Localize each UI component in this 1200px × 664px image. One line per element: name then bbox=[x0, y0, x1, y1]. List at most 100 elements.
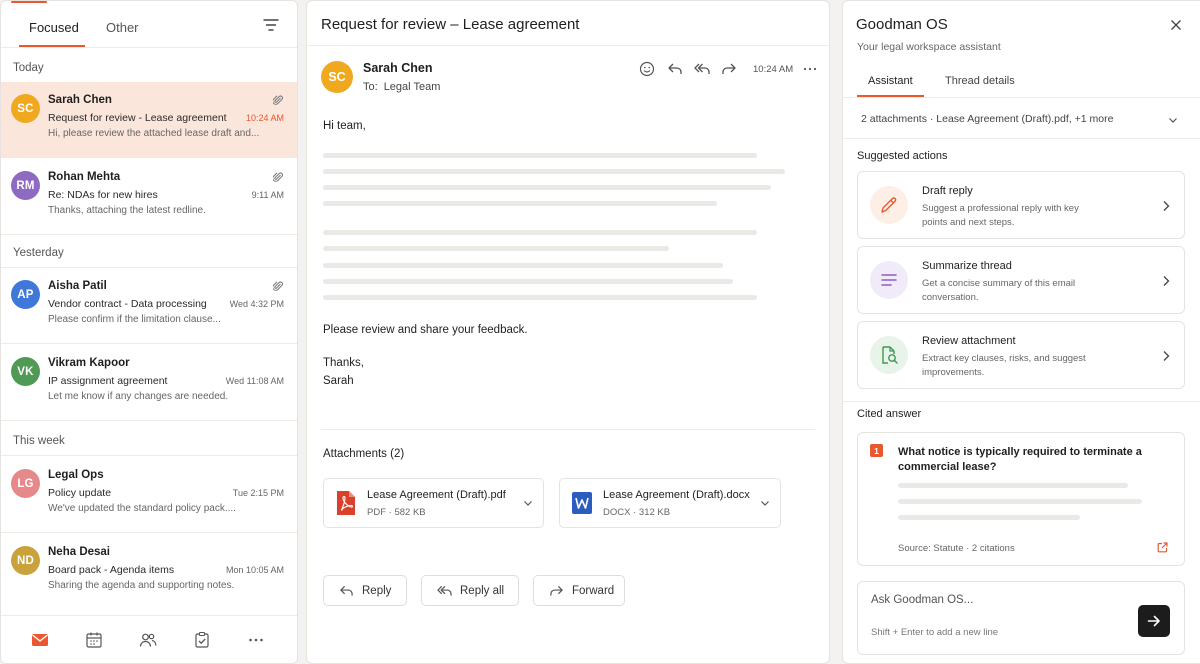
chevron-right-icon bbox=[1163, 276, 1170, 286]
citation-source: Source: Statute · 2 citations bbox=[898, 543, 1015, 554]
attachment-card[interactable]: Lease Agreement (Draft).pdf PDF · 582 KB bbox=[323, 478, 544, 528]
message-time: 10:24 AM bbox=[753, 64, 794, 75]
review-icon-wrap bbox=[870, 336, 908, 374]
attachment-meta: PDF · 582 KB bbox=[367, 507, 426, 518]
divider bbox=[843, 138, 1200, 139]
inbox-tabs: Focused Other bbox=[1, 1, 297, 48]
group-today: Today bbox=[13, 62, 44, 74]
action-title: Draft reply bbox=[922, 185, 973, 197]
forward-icon[interactable] bbox=[721, 61, 737, 77]
emoji-icon[interactable] bbox=[639, 61, 655, 77]
text-placeholder-line bbox=[323, 169, 785, 174]
more-options-icon[interactable] bbox=[802, 61, 818, 77]
mail-subject: IP assignment agreement bbox=[48, 375, 168, 387]
recipient-line: To: Legal Team bbox=[363, 81, 446, 93]
mail-subject: Vendor contract - Data processing bbox=[48, 298, 207, 310]
text-placeholder-line bbox=[898, 515, 1080, 520]
chevron-right-icon bbox=[1163, 351, 1170, 361]
attachment-type: PDF bbox=[367, 507, 386, 518]
mail-sender: Rohan Mehta bbox=[48, 171, 121, 183]
mail-icon[interactable] bbox=[31, 631, 49, 649]
reply-label: Reply bbox=[362, 585, 392, 597]
cited-question: What notice is typically required to ter… bbox=[898, 446, 1142, 473]
chevron-down-icon[interactable] bbox=[760, 498, 770, 508]
forward-icon bbox=[550, 585, 563, 596]
attachment-type: DOCX bbox=[603, 507, 631, 518]
action-description: Suggest a professional reply with key po… bbox=[922, 203, 1079, 228]
cited-answer-card: 1 What notice is typically required to t… bbox=[857, 432, 1185, 566]
citation-number: 1 bbox=[870, 444, 883, 457]
reply-all-label: Reply all bbox=[460, 585, 505, 597]
mail-time: Wed 4:32 PM bbox=[229, 299, 284, 309]
text-placeholder-line bbox=[323, 295, 757, 300]
group-yesterday: Yesterday bbox=[13, 247, 64, 259]
action-description: Extract key clauses, risks, and suggest … bbox=[922, 353, 1086, 378]
pdf-icon bbox=[337, 491, 355, 515]
mail-item[interactable]: SC Sarah Chen Request for review - Lease… bbox=[1, 82, 297, 158]
ask-input[interactable] bbox=[871, 594, 1111, 606]
mail-preview: Thanks, attaching the latest redline. bbox=[48, 205, 206, 216]
mail-time: 10:24 AM bbox=[245, 113, 284, 123]
mail-preview: Let me know if any changes are needed. bbox=[48, 391, 229, 402]
chevron-right-icon bbox=[1163, 201, 1170, 211]
text-placeholder-line bbox=[323, 153, 757, 158]
forward-button[interactable]: Forward bbox=[533, 575, 625, 606]
mail-time: Mon 10:05 AM bbox=[225, 565, 284, 575]
tasks-icon[interactable] bbox=[193, 631, 211, 649]
suggested-actions-title: Suggested actions bbox=[857, 150, 948, 162]
external-link-icon[interactable] bbox=[1157, 542, 1168, 553]
more-icon[interactable] bbox=[247, 631, 265, 649]
mail-item[interactable]: LG Legal Ops Policy update We've updated… bbox=[1, 457, 297, 533]
email-greeting: Hi team, bbox=[323, 120, 366, 132]
close-icon[interactable] bbox=[1170, 19, 1182, 31]
mail-sender: Sarah Chen bbox=[48, 94, 112, 106]
email-reader: Request for review – Lease agreement SC … bbox=[306, 0, 830, 664]
mail-item[interactable]: ND Neha Desai Board pack - Agenda items … bbox=[1, 534, 297, 610]
mail-sender: Neha Desai bbox=[48, 546, 111, 558]
paperclip-icon bbox=[273, 281, 283, 291]
email-signoff: Thanks, bbox=[323, 357, 364, 369]
review-attachment-action[interactable]: Review attachment Extract key clauses, r… bbox=[857, 321, 1185, 389]
attachment-card[interactable]: Lease Agreement (Draft).docx DOCX · 312 … bbox=[559, 478, 781, 528]
reply-all-button[interactable]: Reply all bbox=[421, 575, 519, 606]
tab-focused[interactable]: Focused bbox=[29, 20, 79, 35]
paperclip-icon bbox=[273, 95, 283, 105]
text-placeholder-line bbox=[323, 246, 669, 251]
mail-item[interactable]: RM Rohan Mehta Re: NDAs for new hires Th… bbox=[1, 159, 297, 235]
reply-all-icon[interactable] bbox=[694, 61, 710, 77]
divider bbox=[843, 97, 1200, 98]
send-button[interactable] bbox=[1138, 605, 1170, 637]
mail-time: Wed 11:08 AM bbox=[225, 376, 284, 386]
tab-thread-details[interactable]: Thread details bbox=[945, 75, 1015, 87]
mail-preview: Please confirm if the limitation clause.… bbox=[48, 314, 221, 325]
reply-icon[interactable] bbox=[667, 61, 683, 77]
draft-reply-action[interactable]: Draft reply Suggest a professional reply… bbox=[857, 171, 1185, 239]
assistant-title: Goodman OS bbox=[856, 16, 948, 33]
text-placeholder-line bbox=[323, 279, 733, 284]
attachment-name: Lease Agreement (Draft).pdf bbox=[367, 489, 506, 501]
mail-subject: Request for review - Lease agreement bbox=[48, 112, 227, 124]
mail-subject: Board pack - Agenda items bbox=[48, 564, 175, 576]
chevron-down-icon[interactable] bbox=[1168, 115, 1178, 125]
tab-other[interactable]: Other bbox=[106, 20, 139, 35]
attachments-summary[interactable]: 2 attachments · Lease Agreement (Draft).… bbox=[861, 113, 1113, 125]
mail-preview: Sharing the agenda and supporting notes. bbox=[48, 580, 235, 591]
mail-item[interactable]: AP Aisha Patil Vendor contract - Data pr… bbox=[1, 268, 297, 344]
calendar-icon[interactable] bbox=[85, 631, 103, 649]
mail-sender: Legal Ops bbox=[48, 469, 104, 481]
summarize-thread-action[interactable]: Summarize thread Get a concise summary o… bbox=[857, 246, 1185, 314]
filter-icon[interactable] bbox=[263, 18, 279, 32]
reply-button[interactable]: Reply bbox=[323, 575, 407, 606]
mail-preview: Hi, please review the attached lease dra… bbox=[48, 128, 260, 139]
assistant-subtitle: Your legal workspace assistant bbox=[857, 41, 1001, 53]
sender-name: Sarah Chen bbox=[363, 61, 433, 75]
mail-item[interactable]: VK Vikram Kapoor IP assignment agreement… bbox=[1, 345, 297, 421]
forward-label: Forward bbox=[572, 585, 615, 597]
tab-assistant[interactable]: Assistant bbox=[868, 75, 913, 87]
people-icon[interactable] bbox=[139, 631, 157, 649]
divider bbox=[321, 429, 815, 430]
assistant-panel: Goodman OS Your legal workspace assistan… bbox=[842, 0, 1200, 664]
chevron-down-icon[interactable] bbox=[523, 498, 533, 508]
attachment-size: 312 KB bbox=[638, 507, 671, 518]
avatar: ND bbox=[11, 546, 40, 575]
